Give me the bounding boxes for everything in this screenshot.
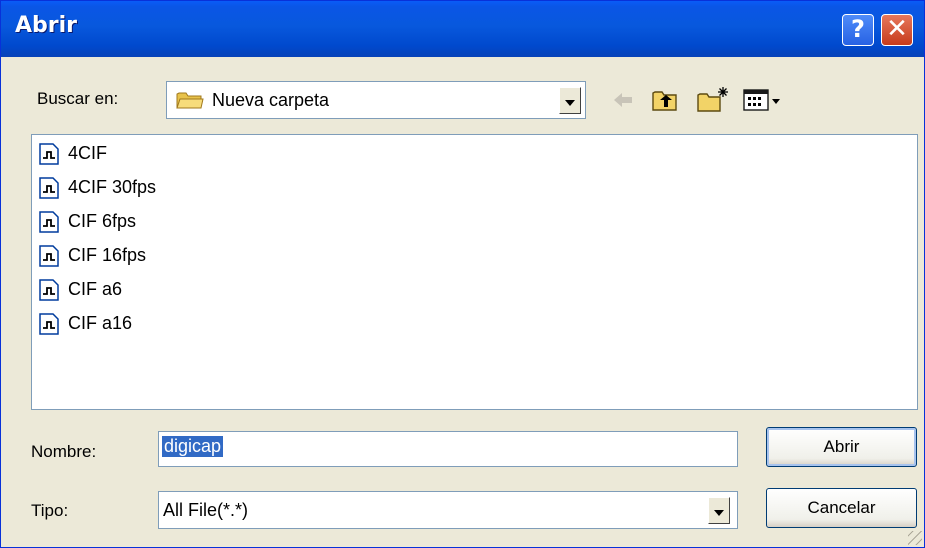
file-list[interactable]: 4CIF 4CIF 30fps CIF 6fps CIF 16fps CIF a… (31, 134, 918, 410)
config-file-icon (39, 211, 59, 233)
config-file-icon (39, 279, 59, 301)
view-menu-icon[interactable] (742, 87, 788, 113)
back-arrow-icon[interactable] (611, 89, 635, 111)
folder-icon (176, 92, 204, 109)
filename-value: digicap (162, 436, 224, 457)
config-file-icon (39, 313, 59, 335)
lookin-label: Buscar en: (37, 89, 119, 108)
file-name: 4CIF 30fps (68, 177, 157, 197)
up-folder-icon[interactable] (651, 87, 679, 113)
lookin-value: Nueva carpeta (212, 90, 330, 110)
window-title: Abrir (15, 13, 78, 38)
lookin-dropdown-arrow[interactable] (559, 87, 581, 114)
new-folder-icon[interactable] (696, 85, 730, 113)
lookin-dropdown[interactable]: Nueva carpeta (166, 81, 586, 119)
filetype-label: Tipo: (31, 501, 69, 520)
x-close-icon: ✕ (886, 14, 908, 44)
open-button[interactable]: Abrir (766, 427, 917, 467)
filename-input[interactable]: digicap (158, 431, 738, 467)
filename-label: Nombre: (31, 442, 97, 461)
config-file-icon (39, 177, 59, 199)
resize-grip[interactable] (908, 531, 922, 545)
file-name: CIF 16fps (68, 245, 147, 265)
close-button[interactable]: ✕ (881, 14, 913, 46)
filetype-dropdown[interactable]: All File(*.*) (158, 491, 738, 529)
filetype-value: All File(*.*) (163, 500, 249, 520)
file-name: CIF 6fps (68, 211, 137, 231)
filetype-dropdown-arrow[interactable] (708, 497, 730, 524)
cancel-button[interactable]: Cancelar (766, 488, 917, 528)
file-name: CIF a6 (68, 279, 123, 299)
help-button[interactable]: ? (842, 14, 874, 46)
file-name: CIF a16 (68, 313, 133, 333)
config-file-icon (39, 143, 59, 165)
open-dialog: Abrir ? ✕ Buscar en: Nueva carpeta 4CIF … (0, 0, 925, 548)
file-name: 4CIF (68, 143, 108, 163)
config-file-icon (39, 245, 59, 267)
title-bar[interactable]: Abrir ? ✕ (1, 1, 924, 57)
question-mark-icon: ? (851, 15, 865, 43)
